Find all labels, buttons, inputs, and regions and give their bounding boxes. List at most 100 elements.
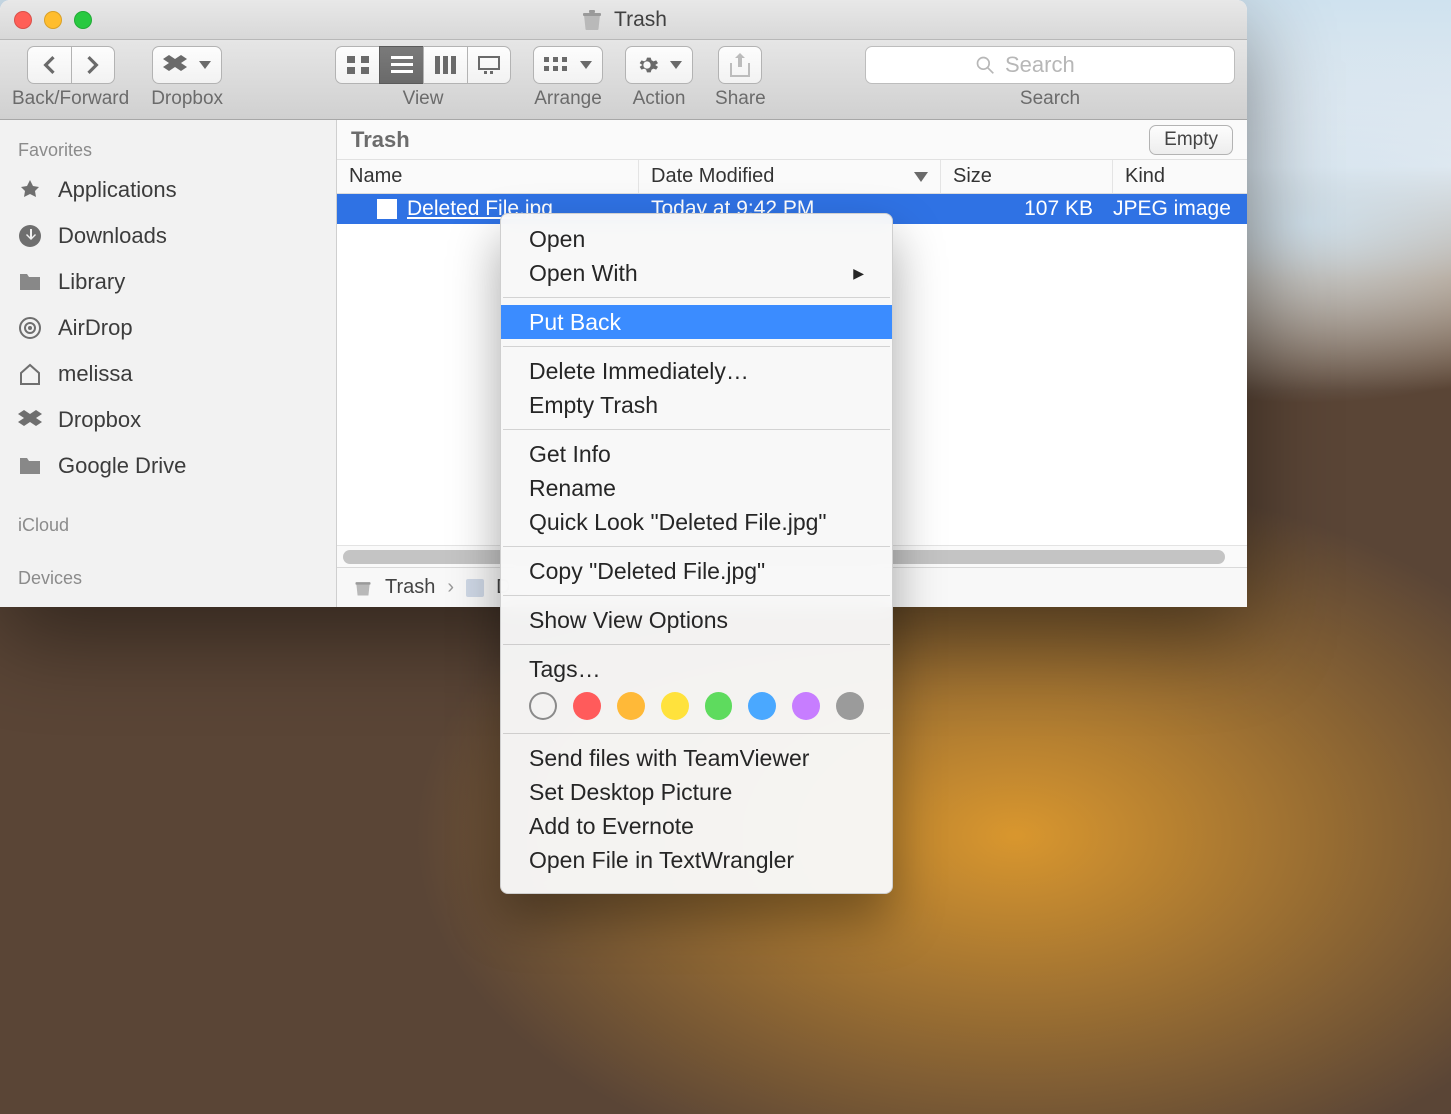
search-field[interactable]	[865, 46, 1235, 84]
menu-item[interactable]: Add to Evernote	[501, 809, 892, 843]
location-title: Trash	[351, 127, 410, 153]
toolbar-label-share: Share	[715, 88, 766, 110]
column-header-name[interactable]: Name	[337, 160, 639, 193]
dropbox-toolbar-button[interactable]	[152, 46, 222, 84]
submenu-arrow-icon: ▶	[853, 265, 864, 282]
view-column-button[interactable]	[423, 46, 467, 84]
sidebar-item-downloads[interactable]: Downloads	[0, 213, 336, 259]
menu-separator	[503, 546, 890, 547]
path-segment[interactable]: Trash	[385, 576, 435, 599]
minimize-window-button[interactable]	[44, 11, 62, 29]
column-header-size[interactable]: Size	[941, 160, 1113, 193]
home-icon	[18, 363, 44, 385]
view-icon-button[interactable]	[335, 46, 379, 84]
sidebar-item-library[interactable]: Library	[0, 259, 336, 305]
menu-item[interactable]: Delete Immediately…	[501, 354, 892, 388]
tag-color-dot[interactable]	[529, 692, 557, 720]
downloads-icon	[18, 224, 44, 248]
menu-item[interactable]: Set Desktop Picture	[501, 775, 892, 809]
share-button[interactable]	[718, 46, 762, 84]
menu-item[interactable]: Open With ▶	[501, 256, 892, 290]
tag-color-dot[interactable]	[617, 692, 645, 720]
column-headers: Name Date Modified Size Kind	[337, 160, 1247, 194]
content-header: Trash Empty	[337, 120, 1247, 160]
menu-separator	[503, 297, 890, 298]
tag-color-dot[interactable]	[748, 692, 776, 720]
folder-icon	[18, 272, 44, 292]
sidebar-item-applications[interactable]: Applications	[0, 167, 336, 213]
back-button[interactable]	[27, 46, 71, 84]
window-title: Trash	[580, 8, 667, 32]
sidebar-item-label: Google Drive	[58, 453, 186, 479]
toolbar-label-arrange: Arrange	[534, 88, 602, 110]
folder-icon	[18, 456, 44, 476]
menu-item-label: Quick Look "Deleted File.jpg"	[529, 509, 827, 536]
sidebar-item-dropbox[interactable]: Dropbox	[0, 397, 336, 443]
trash-icon	[580, 8, 604, 32]
view-gallery-button[interactable]	[467, 46, 511, 84]
file-size: 107 KB	[1024, 197, 1093, 221]
menu-item-label: Set Desktop Picture	[529, 779, 732, 806]
search-icon	[975, 55, 995, 75]
context-menu: Open Open With ▶ Put Back Delete Immediately…	[500, 213, 893, 894]
sidebar-section-devices: Devices	[0, 558, 336, 595]
search-input[interactable]	[1005, 52, 1125, 78]
forward-button[interactable]	[71, 46, 115, 84]
menu-item-label: Show View Options	[529, 607, 728, 634]
applications-icon	[18, 178, 44, 202]
column-view-icon	[435, 56, 457, 74]
sidebar-section-favorites: Favorites	[0, 130, 336, 167]
menu-item[interactable]: Open File in TextWrangler	[501, 843, 892, 877]
menu-item[interactable]: Show View Options	[501, 603, 892, 637]
menu-item-label: Delete Immediately…	[529, 358, 749, 385]
sidebar-item-airdrop[interactable]: AirDrop	[0, 305, 336, 351]
menu-separator	[503, 733, 890, 734]
toolbar-label-backforward: Back/Forward	[12, 88, 129, 110]
menu-item-tags[interactable]: Tags…	[501, 652, 892, 686]
menu-item[interactable]: Send files with TeamViewer	[501, 741, 892, 775]
tag-color-dot[interactable]	[836, 692, 864, 720]
menu-item-label: Open With	[529, 260, 638, 287]
sidebar-item-label: Dropbox	[58, 407, 141, 433]
sidebar-item-label: Applications	[58, 177, 177, 203]
sidebar-item-home[interactable]: melissa	[0, 351, 336, 397]
column-header-date[interactable]: Date Modified	[639, 160, 941, 193]
sort-caret-icon	[914, 172, 928, 182]
menu-item[interactable]: Quick Look "Deleted File.jpg"	[501, 505, 892, 539]
chevron-right-icon	[86, 56, 100, 74]
toolbar-label-search: Search	[1020, 88, 1080, 110]
file-icon	[466, 579, 484, 597]
menu-item[interactable]: Empty Trash	[501, 388, 892, 422]
sidebar-item-label: Library	[58, 269, 125, 295]
menu-item-label: Get Info	[529, 441, 611, 468]
airdrop-icon	[18, 316, 44, 340]
file-thumbnail-icon	[377, 199, 397, 219]
dropbox-icon	[18, 410, 44, 430]
list-view-icon	[391, 56, 413, 74]
menu-item-label: Copy "Deleted File.jpg"	[529, 558, 765, 585]
menu-item[interactable]: Put Back	[501, 305, 892, 339]
menu-item[interactable]: Get Info	[501, 437, 892, 471]
action-button[interactable]	[625, 46, 693, 84]
tag-color-dot[interactable]	[573, 692, 601, 720]
tag-color-dot[interactable]	[705, 692, 733, 720]
view-list-button[interactable]	[379, 46, 423, 84]
arrange-icon	[544, 57, 568, 73]
sidebar-item-googledrive[interactable]: Google Drive	[0, 443, 336, 489]
arrange-button[interactable]	[533, 46, 603, 84]
menu-item-label: Open	[529, 226, 585, 253]
empty-trash-button[interactable]: Empty	[1149, 125, 1233, 155]
column-header-kind[interactable]: Kind	[1113, 160, 1247, 193]
tag-color-dot[interactable]	[661, 692, 689, 720]
zoom-window-button[interactable]	[74, 11, 92, 29]
menu-item[interactable]: Open	[501, 222, 892, 256]
menu-item[interactable]: Rename	[501, 471, 892, 505]
menu-item[interactable]: Copy "Deleted File.jpg"	[501, 554, 892, 588]
toolbar-label-view: View	[403, 88, 444, 110]
tag-color-dot[interactable]	[792, 692, 820, 720]
toolbar: Back/Forward Dropbox	[0, 40, 1247, 120]
menu-separator	[503, 429, 890, 430]
close-window-button[interactable]	[14, 11, 32, 29]
gallery-view-icon	[478, 56, 500, 74]
sidebar: Favorites Applications Downloads Library	[0, 120, 337, 607]
